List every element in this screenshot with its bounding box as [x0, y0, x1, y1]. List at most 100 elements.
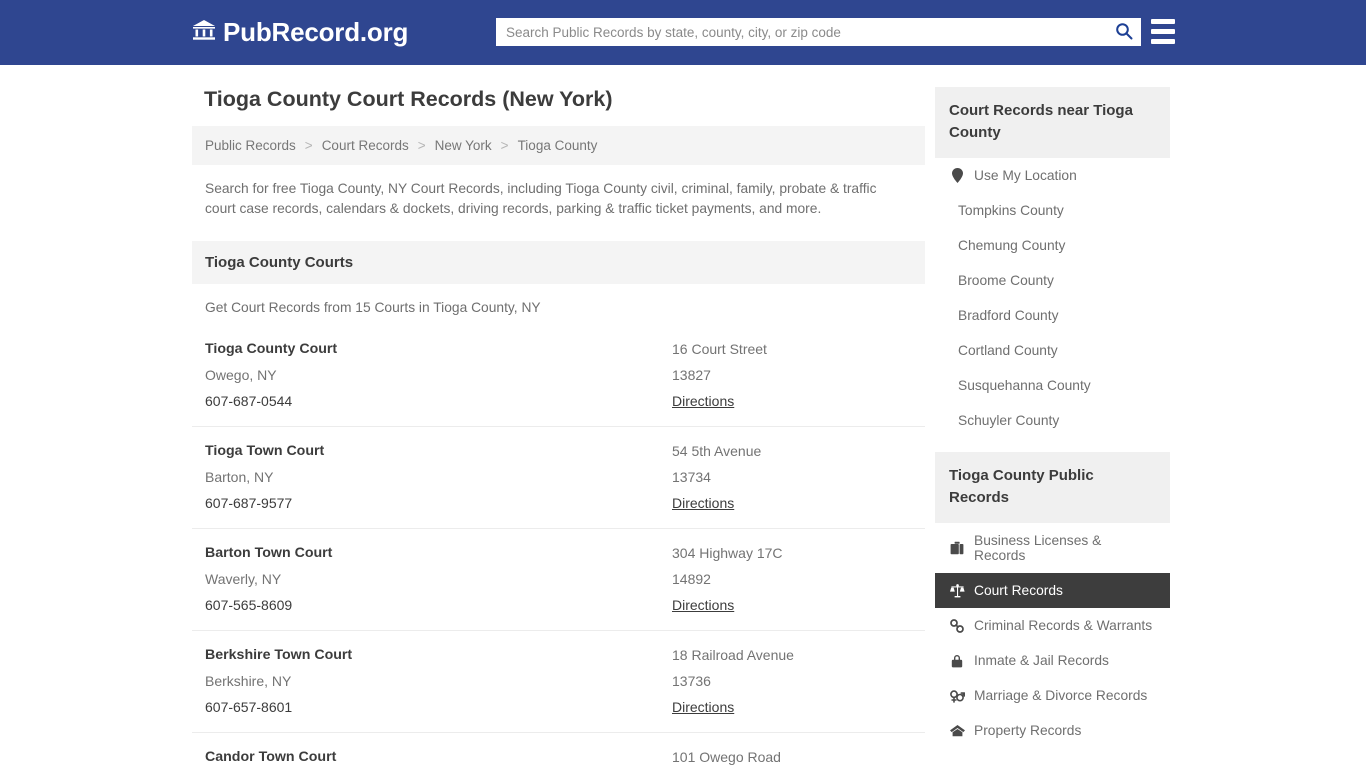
briefcase-icon: [949, 541, 965, 555]
court-name[interactable]: Tioga Town Court: [205, 443, 672, 459]
court-zip: 14892: [672, 571, 912, 587]
public-records-label: Business Licenses & Records: [974, 533, 1156, 563]
court-address: 18 Railroad Avenue: [672, 647, 912, 663]
court-city: Barton, NY: [205, 469, 672, 485]
court-address: 16 Court Street: [672, 341, 912, 357]
public-records-section-header: Tioga County Public Records: [935, 452, 1170, 523]
court-phone[interactable]: 607-687-0544: [205, 393, 292, 409]
nearby-county-item[interactable]: Chemung County: [935, 228, 1170, 263]
public-records-item[interactable]: Criminal Records & Warrants: [935, 608, 1170, 643]
search-bar: [496, 18, 1141, 46]
nearby-county-item[interactable]: Tompkins County: [935, 193, 1170, 228]
breadcrumb-item[interactable]: Court Records: [322, 138, 409, 153]
lock-icon: [949, 654, 965, 668]
site-logo-text: PubRecord.org: [223, 17, 408, 48]
court-name[interactable]: Berkshire Town Court: [205, 647, 672, 663]
court-name[interactable]: Candor Town Court: [205, 749, 672, 765]
public-records-label: Property Records: [974, 723, 1081, 738]
breadcrumb-item[interactable]: Tioga County: [518, 138, 598, 153]
nearby-county-label: Tompkins County: [958, 203, 1064, 218]
nearby-county-label: Susquehanna County: [958, 378, 1091, 393]
search-button[interactable]: [1107, 18, 1141, 46]
court-address: 304 Highway 17C: [672, 545, 912, 561]
hamburger-bar: [1151, 29, 1175, 34]
nearby-section-header: Court Records near Tioga County: [935, 87, 1170, 158]
court-zip: 13827: [672, 367, 912, 383]
hamburger-bar: [1151, 19, 1175, 24]
search-icon: [1115, 22, 1133, 43]
public-records-label: Marriage & Divorce Records: [974, 688, 1147, 703]
public-records-label: Criminal Records & Warrants: [974, 618, 1152, 633]
directions-link[interactable]: Directions: [672, 699, 734, 715]
nearby-county-item[interactable]: Bradford County: [935, 298, 1170, 333]
page-body: Tioga County Court Records (New York) Pu…: [0, 65, 1366, 768]
public-records-item[interactable]: Marriage & Divorce Records: [935, 678, 1170, 713]
court-list: Tioga County Court Owego, NY 607-687-0544 1…: [192, 325, 925, 768]
handcuffs-icon: [949, 619, 965, 633]
breadcrumb-separator: >: [501, 138, 509, 153]
hamburger-menu-icon[interactable]: [1151, 19, 1175, 44]
nearby-county-label: Schuyler County: [958, 413, 1059, 428]
courts-section-header: Tioga County Courts: [192, 241, 925, 284]
site-logo[interactable]: PubRecord.org: [192, 17, 408, 48]
breadcrumb-separator: >: [418, 138, 426, 153]
court-info-column: Berkshire Town Court Berkshire, NY 607-657…: [205, 647, 672, 717]
public-records-item[interactable]: Court Records: [935, 573, 1170, 608]
nearby-county-label: Cortland County: [958, 343, 1058, 358]
nearby-county-label: Broome County: [958, 273, 1054, 288]
court-city: Berkshire, NY: [205, 673, 672, 689]
gender-symbols-icon: [949, 689, 965, 703]
court-row: Barton Town Court Waverly, NY 607-565-8609…: [192, 529, 925, 631]
court-row: Candor Town CourtCandor, NY607-659-31751…: [192, 733, 925, 768]
breadcrumb-separator: >: [305, 138, 313, 153]
court-phone[interactable]: 607-565-8609: [205, 597, 292, 613]
court-info-column: Candor Town CourtCandor, NY607-659-3175: [205, 749, 672, 768]
scales-of-justice-icon: [949, 584, 965, 598]
court-row: Berkshire Town Court Berkshire, NY 607-657…: [192, 631, 925, 733]
intro-text: Search for free Tioga County, NY Court R…: [205, 179, 895, 219]
public-records-item[interactable]: Property Records: [935, 713, 1170, 748]
directions-link[interactable]: Directions: [672, 393, 734, 409]
court-address: 101 Owego Road: [672, 749, 912, 765]
court-name[interactable]: Tioga County Court: [205, 341, 672, 357]
nearby-county-label: Chemung County: [958, 238, 1065, 253]
nearby-county-item[interactable]: Susquehanna County: [935, 368, 1170, 403]
site-header: PubRecord.org: [0, 0, 1366, 65]
main-content: Tioga County Court Records (New York) Pu…: [192, 65, 925, 768]
breadcrumb: Public Records > Court Records > New York > Ti…: [192, 126, 925, 165]
public-records-label: Inmate & Jail Records: [974, 653, 1109, 668]
breadcrumb-item[interactable]: Public Records: [205, 138, 296, 153]
court-row: Tioga Town Court Barton, NY 607-687-9577 54…: [192, 427, 925, 529]
court-address: 54 5th Avenue: [672, 443, 912, 459]
page-title: Tioga County Court Records (New York): [204, 87, 925, 112]
public-records-item[interactable]: Inmate & Jail Records: [935, 643, 1170, 678]
public-records-item[interactable]: Business Licenses & Records: [935, 523, 1170, 573]
court-zip: 13736: [672, 673, 912, 689]
court-address-column: 18 Railroad Avenue 13736 Directions: [672, 647, 912, 717]
court-phone[interactable]: 607-657-8601: [205, 699, 292, 715]
court-name[interactable]: Barton Town Court: [205, 545, 672, 561]
nearby-county-item[interactable]: Cortland County: [935, 333, 1170, 368]
nearby-county-item[interactable]: Use My Location: [935, 158, 1170, 193]
court-city: Owego, NY: [205, 367, 672, 383]
house-icon: [949, 724, 965, 737]
nearby-county-item[interactable]: Schuyler County: [935, 403, 1170, 438]
sidebar: Court Records near Tioga County Use My L…: [935, 65, 1170, 768]
public-records-label: Court Records: [974, 583, 1063, 598]
court-address-column: 101 Owego Road13743Directions: [672, 749, 912, 768]
court-address-column: 16 Court Street 13827 Directions: [672, 341, 912, 411]
courts-section-subtitle: Get Court Records from 15 Courts in Tiog…: [205, 300, 912, 315]
nearby-county-label: Use My Location: [974, 168, 1077, 183]
court-info-column: Tioga Town Court Barton, NY 607-687-9577: [205, 443, 672, 513]
court-address-column: 304 Highway 17C 14892 Directions: [672, 545, 912, 615]
map-pin-icon: [949, 168, 965, 183]
directions-link[interactable]: Directions: [672, 495, 734, 511]
directions-link[interactable]: Directions: [672, 597, 734, 613]
nearby-county-item[interactable]: Broome County: [935, 263, 1170, 298]
search-input[interactable]: [496, 19, 1107, 45]
court-city: Waverly, NY: [205, 571, 672, 587]
court-row: Tioga County Court Owego, NY 607-687-0544 1…: [192, 325, 925, 427]
court-phone[interactable]: 607-687-9577: [205, 495, 292, 511]
breadcrumb-item[interactable]: New York: [435, 138, 492, 153]
court-info-column: Barton Town Court Waverly, NY 607-565-8609: [205, 545, 672, 615]
